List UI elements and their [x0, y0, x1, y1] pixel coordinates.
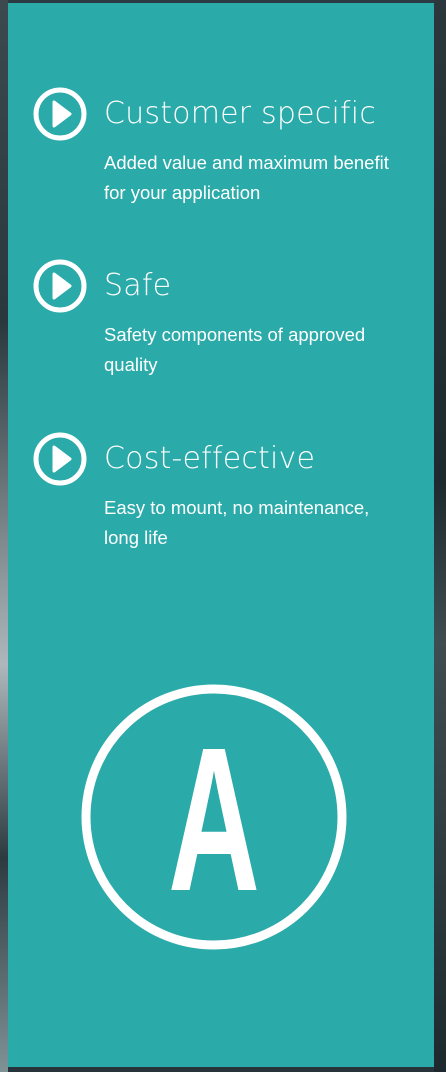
play-circle-icon[interactable]: [32, 258, 88, 314]
letter-a-circle-icon: A: [77, 680, 351, 954]
feature-panel: Customer specific Added value and maximu…: [8, 3, 434, 1067]
feature-title: Customer specific: [104, 96, 377, 131]
background-photo-left-edge: [0, 0, 8, 1072]
background-photo-right-edge: [434, 0, 446, 1072]
badge-letter: A: [168, 706, 260, 934]
page: Customer specific Added value and maximu…: [0, 0, 446, 1072]
play-circle-icon[interactable]: [32, 86, 88, 142]
feature-description: Safety components of approved quality: [104, 324, 366, 375]
feature-description: Added value and maximum benefit for your…: [104, 152, 389, 203]
feature-title: Cost-effective: [104, 441, 316, 476]
feature-description: Easy to mount, no maintenance, long life: [104, 497, 370, 548]
feature-title: Safe: [104, 268, 172, 303]
play-circle-icon[interactable]: [32, 431, 88, 487]
